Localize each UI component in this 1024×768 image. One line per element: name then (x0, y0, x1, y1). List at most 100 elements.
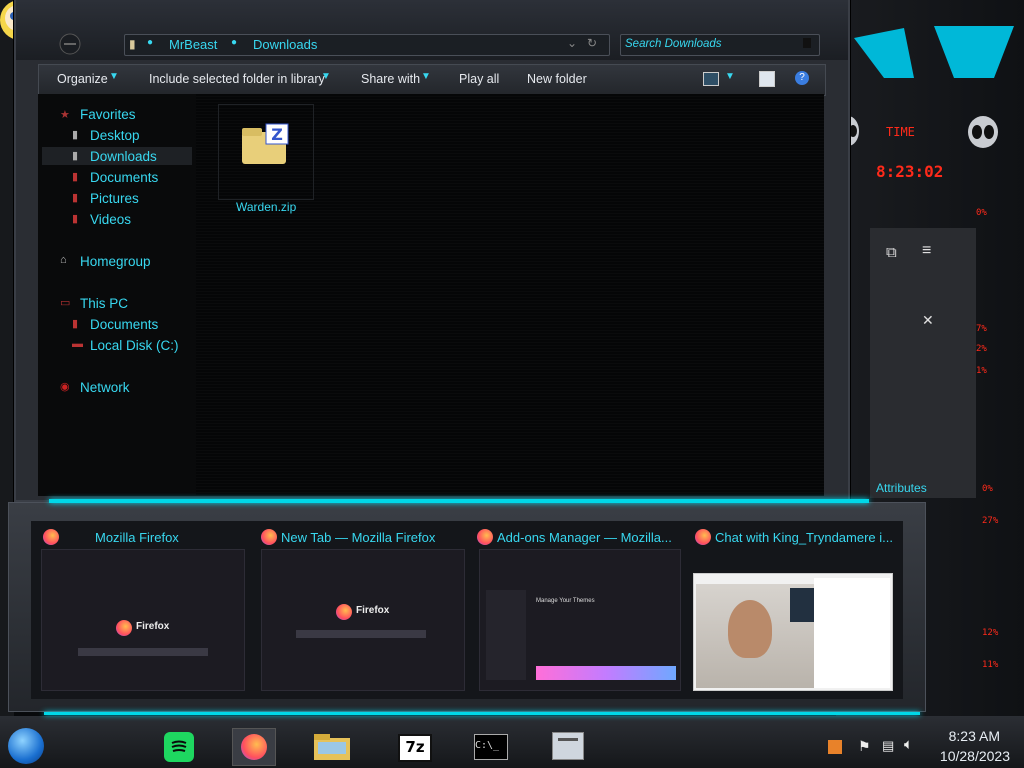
terminal-taskbar-button[interactable]: C:\_ (474, 734, 508, 760)
preview-label: Firefox (356, 605, 390, 616)
nav-videos[interactable]: Videos (90, 212, 131, 227)
firefox-taskbar-button[interactable] (232, 728, 276, 766)
breadcrumb-downloads[interactable]: Downloads (253, 37, 317, 52)
taskbar-date[interactable]: 10/28/2023 (920, 748, 1010, 764)
nav-pc-documents[interactable]: Documents (90, 317, 158, 332)
thumbnail-title[interactable]: Chat with King_Tryndamere i... (715, 530, 895, 545)
chevron-down-icon[interactable]: ⌄ (567, 36, 577, 50)
chevron-down-icon: ▼ (321, 71, 331, 82)
7zip-taskbar-button[interactable]: 7z (398, 734, 432, 762)
help-icon[interactable]: ? (795, 71, 809, 85)
back-button[interactable] (56, 32, 84, 56)
tray-icon[interactable] (828, 740, 842, 754)
meter-value: 27% (982, 516, 999, 526)
thumbnail-preview[interactable]: Firefox (41, 549, 245, 691)
nav-pictures[interactable]: Pictures (90, 191, 139, 206)
volume-icon[interactable]: 🔈︎ (904, 736, 913, 753)
search-input[interactable]: Search Downloads (620, 34, 820, 56)
local-disk-icon: ▬ (72, 338, 83, 350)
puzzle-icon[interactable]: ⧉ (886, 244, 897, 261)
navigation-pane: ★ Favorites ▮ Desktop ▮ Downloads ▮ Docu… (38, 94, 196, 496)
thumbnail-title[interactable]: Mozilla Firefox (95, 530, 245, 545)
thumbnail-title[interactable]: New Tab — Mozilla Firefox (281, 530, 471, 545)
7zip-icon: 7z (405, 738, 425, 756)
app-taskbar-button[interactable] (552, 732, 584, 760)
preview-searchbar (78, 648, 208, 656)
svg-text:Z: Z (271, 125, 283, 144)
nav-favorites[interactable]: Favorites (80, 107, 136, 122)
this-pc-icon: ▭ (60, 297, 71, 309)
time-label: TIME (886, 125, 915, 139)
file-explorer-taskbar-button[interactable] (312, 730, 352, 762)
organize-button[interactable]: Organize (57, 72, 108, 86)
panel-glow-strip (49, 499, 869, 503)
thumbnail-preview[interactable]: Firefox (261, 549, 465, 691)
include-library-button[interactable]: Include selected folder in library (149, 72, 325, 86)
breadcrumb-separator: ● (147, 37, 154, 48)
nav-downloads[interactable]: Downloads (90, 149, 157, 164)
meter-value: 1% (976, 366, 987, 376)
thumbnail-preview[interactable] (693, 573, 893, 691)
firefox-icon (336, 604, 352, 620)
network-icon: ◉ (60, 381, 70, 393)
chat-panel (814, 578, 890, 688)
chevron-down-icon[interactable]: ▼ (725, 71, 735, 82)
refresh-icon[interactable]: ↻ (587, 36, 597, 50)
firefox-icon (477, 529, 493, 545)
search-icon[interactable] (803, 38, 811, 48)
explorer-window: ▮ ● MrBeast ● Downloads ⌄ ↻ Search Downl… (14, 0, 850, 502)
nav-local-disk[interactable]: Local Disk (C:) (90, 338, 179, 353)
videos-icon: ▮ (72, 213, 79, 225)
new-folder-button[interactable]: New folder (527, 72, 587, 86)
start-button[interactable] (8, 728, 44, 764)
brand-logo (844, 18, 1024, 88)
nav-network[interactable]: Network (80, 380, 130, 395)
spotify-icon[interactable] (164, 732, 194, 762)
file-name: Warden.zip (236, 200, 297, 214)
meter-value: 7% (976, 324, 987, 334)
share-with-button[interactable]: Share with (361, 72, 420, 86)
person-avatar (728, 600, 772, 658)
play-all-button[interactable]: Play all (459, 72, 499, 86)
close-icon[interactable]: ✕ (922, 312, 934, 329)
nav-this-pc[interactable]: This PC (80, 296, 128, 311)
address-bar[interactable]: ▮ ● MrBeast ● Downloads ⌄ ↻ (124, 34, 610, 56)
command-bar: Organize ▼ Include selected folder in li… (38, 64, 826, 96)
firefox-icon (261, 529, 277, 545)
meter-value: 0% (976, 208, 987, 218)
preview-searchbar (296, 630, 426, 638)
pc-documents-icon: ▮ (72, 318, 79, 330)
homegroup-icon: ⌂ (60, 254, 67, 266)
menu-icon[interactable]: ≡ (922, 242, 931, 260)
terminal-icon: C:\_ (475, 740, 500, 751)
attributes-label: Attributes (876, 481, 927, 495)
preview-sidebar (486, 590, 526, 680)
nav-documents[interactable]: Documents (90, 170, 158, 185)
meter-value: 11% (982, 660, 999, 670)
thumbnail-preview[interactable]: Manage Your Themes (479, 549, 681, 691)
preview-pane-icon[interactable] (759, 71, 775, 87)
file-list-area: Z Warden.zip (196, 94, 824, 496)
view-options-icon[interactable] (703, 72, 719, 86)
meter-value: 12% (982, 628, 999, 638)
nav-homegroup[interactable]: Homegroup (80, 254, 151, 269)
alien-head-icon-right (966, 115, 1000, 149)
nav-desktop[interactable]: Desktop (90, 128, 140, 143)
taskbar-time[interactable]: 8:23 AM (930, 728, 1000, 744)
thumbnail-title[interactable]: Add-ons Manager — Mozilla... (497, 530, 677, 545)
meter-value: 0% (982, 484, 993, 494)
network-tray-icon[interactable]: ▤ (882, 738, 894, 754)
flag-icon[interactable]: ⚑ (858, 738, 871, 755)
firefox-icon (241, 734, 267, 760)
background-window-fragment: ⧉ ≡ ✕ (870, 228, 976, 498)
meter-value: 2% (976, 344, 987, 354)
firefox-icon (695, 529, 711, 545)
preview-theme-bar (536, 666, 676, 680)
taskbar-thumbnail-panel: Mozilla Firefox Firefox New Tab — Mozill… (8, 499, 926, 712)
chevron-down-icon: ▼ (421, 71, 431, 82)
pictures-icon: ▮ (72, 192, 79, 204)
breadcrumb-mrbeast[interactable]: MrBeast (169, 37, 217, 52)
downloads-icon: ▮ (72, 150, 79, 162)
preview-label: Firefox (136, 621, 170, 632)
firefox-icon (116, 620, 132, 636)
